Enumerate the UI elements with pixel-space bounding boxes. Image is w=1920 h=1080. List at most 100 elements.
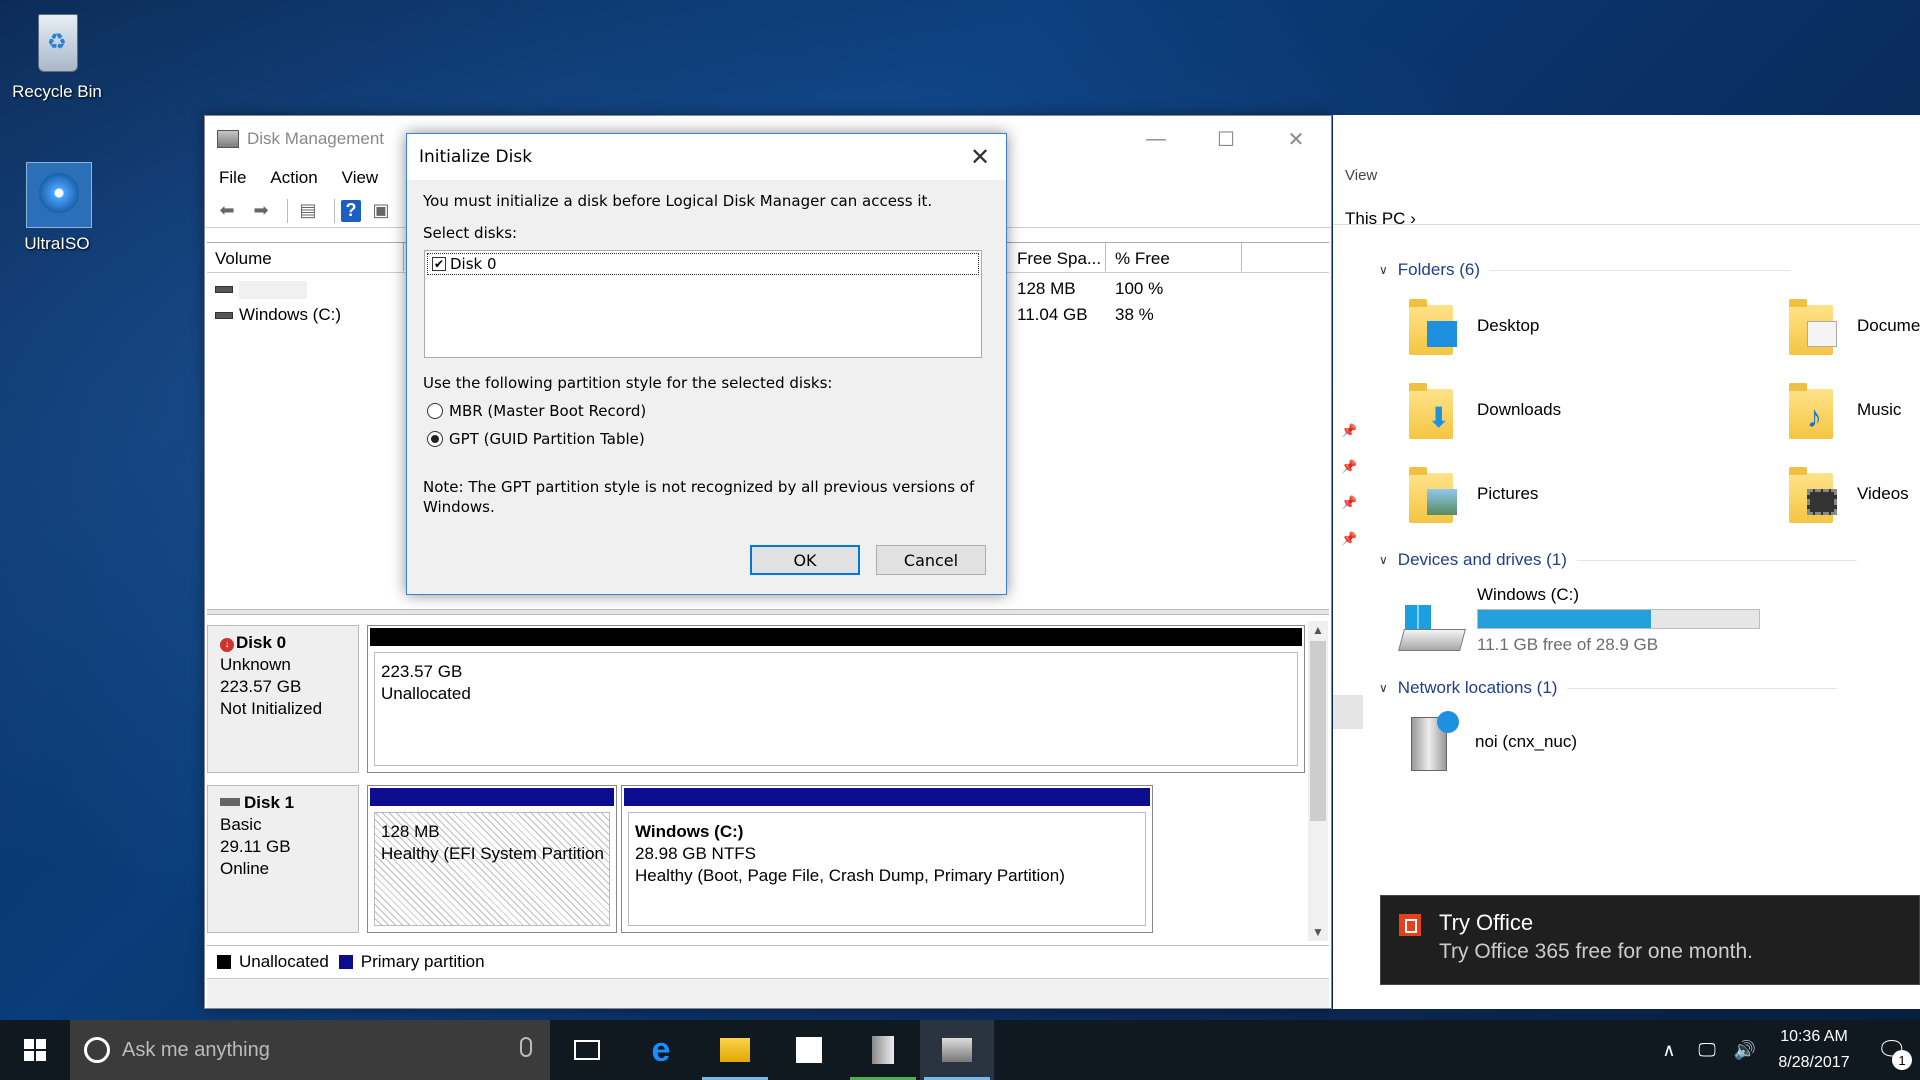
legend: Unallocated Primary partition — [207, 945, 1329, 977]
volume-row[interactable] — [215, 279, 307, 305]
taskbar-store[interactable] — [772, 1020, 846, 1080]
maximize-button[interactable]: ☐ — [1191, 116, 1261, 162]
dialog-intro: You must initialize a disk before Logica… — [423, 192, 933, 210]
clock[interactable]: 10:36 AM 8/28/2017 — [1764, 1024, 1864, 1076]
recycle-bin-icon — [38, 14, 78, 72]
scroll-thumb[interactable] — [1310, 641, 1326, 821]
taskbar-disk-management[interactable] — [920, 1020, 994, 1080]
column-divider — [403, 243, 404, 271]
action-center-button[interactable]: 🗨 1 — [1864, 1020, 1920, 1080]
scroll-up-icon[interactable]: ▲ — [1312, 623, 1324, 637]
start-button[interactable] — [0, 1020, 70, 1080]
taskbar-edge[interactable]: e — [624, 1020, 698, 1080]
taskbar-search[interactable]: Ask me anything — [70, 1020, 550, 1080]
scroll-down-icon[interactable]: ▼ — [1312, 925, 1324, 939]
desktop-icon-ultraiso[interactable]: UltraISO — [2, 160, 112, 254]
folder-documents[interactable]: Docume — [1789, 295, 1920, 357]
volume-icon — [215, 312, 233, 320]
menu-action[interactable]: Action — [270, 168, 317, 188]
dialog-title: Initialize Disk — [419, 147, 533, 167]
folder-label: Pictures — [1477, 484, 1539, 503]
devices-group-header[interactable]: ∨ Devices and drives (1) — [1379, 550, 1857, 570]
chevron-down-icon[interactable]: ∨ — [1379, 681, 1388, 695]
edge-icon: e — [651, 1030, 671, 1069]
radio-circle — [427, 403, 443, 419]
gpt-radio[interactable]: GPT (GUID Partition Table) — [427, 430, 645, 448]
folder-desktop[interactable]: Desktop — [1409, 295, 1539, 357]
cancel-button[interactable]: Cancel — [876, 545, 986, 575]
office-toast-notification[interactable]: Try Office Try Office 365 free for one m… — [1380, 895, 1920, 985]
network-icon[interactable]: 🖵 — [1688, 1040, 1726, 1061]
taskbar-file-explorer[interactable] — [698, 1020, 772, 1080]
column-divider — [1241, 243, 1242, 271]
forward-arrow-icon[interactable]: ➡ — [247, 199, 275, 223]
volume-row[interactable]: Windows (C:) — [215, 305, 341, 331]
minimize-button[interactable]: — — [1121, 116, 1191, 162]
disk-0-label[interactable]: ↓ Disk 0 Unknown 223.57 GB Not Initialize… — [207, 625, 359, 773]
chevron-right-icon[interactable]: › — [1410, 209, 1416, 228]
properties-icon[interactable]: ▤ — [294, 199, 322, 223]
ultraiso-icon — [26, 162, 92, 228]
taskbar-app-running[interactable] — [846, 1020, 920, 1080]
show-hide-pane-icon[interactable]: ▣ — [367, 199, 395, 223]
microphone-icon[interactable] — [520, 1037, 532, 1057]
vertical-scrollbar[interactable]: ▲ ▼ — [1308, 621, 1328, 941]
chevron-down-icon[interactable]: ∨ — [1379, 263, 1388, 277]
percent-free-cell: 100 % — [1115, 279, 1164, 298]
volume-icon[interactable]: 🔊 — [1726, 1040, 1764, 1061]
pin-icon[interactable]: 📌 — [1341, 531, 1357, 547]
back-arrow-icon[interactable]: ⬅ — [213, 199, 241, 223]
partition-color-bar — [370, 628, 1302, 646]
chevron-up-icon[interactable]: ∧ — [1650, 1040, 1688, 1061]
disk-0-checkbox[interactable]: ✔ — [432, 257, 446, 271]
disk-graph-view: ↓ Disk 0 Unknown 223.57 GB Not Initialize… — [207, 621, 1307, 941]
percent-free-cell: 38 % — [1115, 305, 1154, 324]
nav-selected-item[interactable] — [1333, 695, 1363, 729]
task-view-button[interactable] — [550, 1020, 624, 1080]
network-group-header[interactable]: ∨ Network locations (1) — [1379, 678, 1838, 698]
disk-item-label: Disk 0 — [450, 255, 497, 273]
pin-icon[interactable]: 📌 — [1341, 459, 1357, 475]
disk-management-icon — [942, 1038, 972, 1062]
pane-splitter[interactable] — [207, 609, 1329, 615]
file-explorer-window: View This PC › 📌 📌 📌 📌 ∨ Folders (6) Des… — [1333, 115, 1920, 1009]
desktop-icon-recycle-bin[interactable]: Recycle Bin — [2, 8, 112, 102]
disk-name: Disk 1 — [244, 793, 295, 812]
partition-size: 128 MB — [381, 822, 440, 841]
ribbon-tab-view[interactable]: View — [1345, 167, 1377, 184]
folders-group-header[interactable]: ∨ Folders (6) — [1379, 260, 1790, 280]
documents-folder-icon — [1789, 295, 1841, 357]
menu-file[interactable]: File — [219, 168, 246, 188]
folder-pictures[interactable]: Pictures — [1409, 463, 1538, 525]
dialog-title-bar[interactable]: Initialize Disk ✕ — [407, 134, 1006, 180]
partition-size: 223.57 GB — [381, 662, 463, 681]
windows-partition[interactable]: Windows (C:) 28.98 GB NTFS Healthy (Boot… — [621, 785, 1153, 933]
ok-button[interactable]: OK — [750, 545, 860, 575]
pin-icon[interactable]: 📌 — [1341, 495, 1357, 511]
mbr-radio[interactable]: MBR (Master Boot Record) — [427, 402, 646, 420]
column-percent-free[interactable]: % Free — [1115, 249, 1170, 269]
chevron-down-icon[interactable]: ∨ — [1379, 553, 1388, 567]
drive-windows-c[interactable]: Windows (C:) 11.1 GB free of 28.9 GB — [1398, 585, 1760, 657]
group-divider — [1576, 559, 1857, 561]
folder-music[interactable]: ♪ Music — [1789, 379, 1901, 441]
column-volume[interactable]: Volume — [215, 249, 272, 269]
network-location-item[interactable]: noi (cnx_nuc) — [1405, 711, 1577, 773]
disk-1-label[interactable]: Disk 1 Basic 29.11 GB Online — [207, 785, 359, 933]
network-drive-icon — [1405, 711, 1461, 773]
pin-icon[interactable]: 📌 — [1341, 423, 1357, 439]
close-button[interactable]: ✕ — [1261, 116, 1331, 162]
toast-body: Try Office 365 free for one month. — [1439, 940, 1753, 963]
unallocated-partition[interactable]: 223.57 GB Unallocated — [367, 625, 1305, 773]
folder-downloads[interactable]: ⬇ Downloads — [1409, 379, 1561, 441]
menu-view[interactable]: View — [342, 168, 379, 188]
disk-0-item[interactable]: ✔ Disk 0 — [427, 253, 979, 275]
folder-videos[interactable]: Videos — [1789, 463, 1909, 525]
partition-style-label: Use the following partition style for th… — [423, 374, 833, 392]
status-bar — [207, 978, 1329, 1008]
dialog-close-button[interactable]: ✕ — [954, 134, 1006, 180]
help-icon[interactable]: ? — [341, 199, 361, 222]
column-free-space[interactable]: Free Spa... — [1017, 249, 1101, 269]
windows-logo-icon — [24, 1039, 46, 1061]
efi-partition[interactable]: 128 MB Healthy (EFI System Partition — [367, 785, 617, 933]
